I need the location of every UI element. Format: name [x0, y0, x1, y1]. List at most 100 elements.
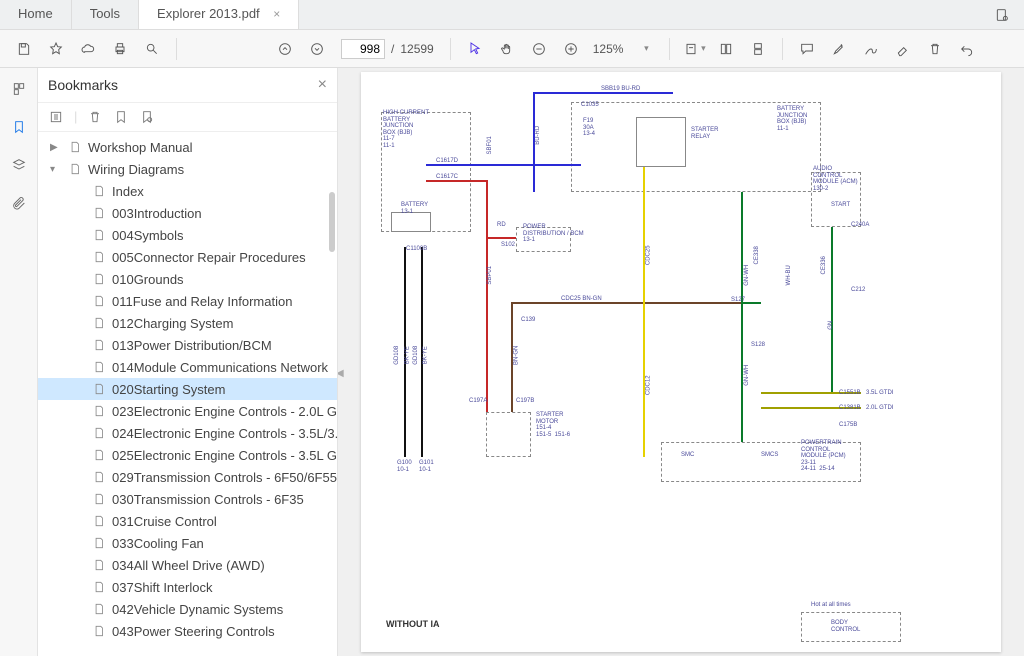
star-icon[interactable] [42, 35, 70, 63]
conn-c1551b: C1551B [839, 390, 861, 397]
zoom-in-icon[interactable] [557, 35, 585, 63]
tab-close-icon[interactable]: × [273, 7, 280, 21]
wl-whbu: WH-BU [786, 265, 793, 285]
scrollbar-thumb[interactable] [329, 192, 335, 252]
bookmark-item[interactable]: 010Grounds [38, 268, 337, 290]
collapse-panel-icon[interactable]: ◀ [338, 368, 344, 379]
label-gtdi20: 2.0L GTDI [866, 405, 893, 412]
label-smc: SMC [681, 452, 694, 459]
conn-s127: S127 [731, 297, 745, 304]
bookmark-item[interactable]: 029Transmission Controls - 6F50/6F55 [38, 466, 337, 488]
toolbar-separator [450, 38, 451, 60]
bookmark-label: 020Starting System [112, 382, 225, 397]
wl-ce338: CE338 [754, 246, 761, 264]
wire-green-v1 [741, 192, 743, 442]
bookmark-item[interactable]: 004Symbols [38, 224, 337, 246]
wire-red-h2 [486, 237, 516, 239]
undo-icon[interactable] [953, 35, 981, 63]
tabbar-spacer [299, 0, 988, 29]
page-view-icon[interactable] [712, 35, 740, 63]
bookmark-delete-icon[interactable] [87, 109, 103, 125]
draw-icon[interactable] [857, 35, 885, 63]
conn-c240a: C240A [851, 222, 869, 229]
bookmark-root-wiring[interactable]: ▾ Wiring Diagrams [38, 158, 337, 180]
zoom-dropdown[interactable] [631, 35, 659, 63]
tab-home[interactable]: Home [0, 0, 72, 29]
bookmark-item[interactable]: 037Shift Interlock [38, 576, 337, 598]
conn-s102: S102 [501, 242, 515, 249]
bookmark-item[interactable]: Index [38, 180, 337, 202]
bookmark-options-icon[interactable] [48, 109, 64, 125]
sidepanel-close-icon[interactable]: × [318, 76, 327, 94]
conn-g100: G100 10-1 [397, 460, 412, 473]
bookmark-item[interactable]: 043Power Steering Controls [38, 620, 337, 642]
page-up-icon[interactable] [271, 35, 299, 63]
bookmark-item[interactable]: 030Transmission Controls - 6F35 [38, 488, 337, 510]
print-icon[interactable] [106, 35, 134, 63]
bookmark-item[interactable]: 011Fuse and Relay Information [38, 290, 337, 312]
conn-c139: C139 [521, 317, 535, 324]
pdf-page[interactable]: HIGH CURRENT BATTERY JUNCTION BOX (BJB) … [361, 72, 1001, 652]
bookmark-label: Wiring Diagrams [88, 162, 184, 177]
bookmark-item[interactable]: 033Cooling Fan [38, 532, 337, 554]
bookmark-add-icon[interactable] [113, 109, 129, 125]
search-icon[interactable] [138, 35, 166, 63]
hand-icon[interactable] [493, 35, 521, 63]
bookmark-find-icon[interactable] [139, 109, 155, 125]
bookmark-item[interactable]: 005Connector Repair Procedures [38, 246, 337, 268]
bookmark-item[interactable]: 013Power Distribution/BCM [38, 334, 337, 356]
highlight-icon[interactable] [825, 35, 853, 63]
bookmark-label: 010Grounds [112, 272, 184, 287]
search-doc-icon[interactable] [988, 1, 1016, 29]
bookmark-item[interactable]: 003Introduction [38, 202, 337, 224]
zoom-out-icon[interactable] [525, 35, 553, 63]
bookmark-item[interactable]: 025Electronic Engine Controls - 3.5L GTD… [38, 444, 337, 466]
bookmark-label: 024Electronic Engine Controls - 3.5L/3.7… [112, 426, 337, 441]
scroll-mode-icon[interactable] [744, 35, 772, 63]
page-number-input[interactable] [341, 39, 385, 59]
bookmark-item[interactable]: 023Electronic Engine Controls - 2.0L GTD… [38, 400, 337, 422]
wire-yellow-v1 [643, 167, 645, 457]
bookmark-label: 004Symbols [112, 228, 184, 243]
bookmark-item[interactable]: 042Vehicle Dynamic Systems [38, 598, 337, 620]
attachments-icon[interactable] [6, 190, 32, 216]
bookmark-tree[interactable]: ▶ Workshop Manual ▾ Wiring Diagrams Inde… [38, 132, 337, 656]
delete-icon[interactable] [921, 35, 949, 63]
bookmarks-icon[interactable] [6, 114, 32, 140]
wl-ce336: CE336 [821, 256, 828, 274]
tab-tools[interactable]: Tools [72, 0, 139, 29]
thumbnails-icon[interactable] [6, 76, 32, 102]
page-total: 12599 [400, 42, 433, 56]
save-icon[interactable] [10, 35, 38, 63]
bookmark-item[interactable]: 020Starting System [38, 378, 337, 400]
wl-bkye1: BK-YE [405, 346, 412, 364]
label-gtdi35: 3.5L GTDI [866, 390, 893, 397]
pointer-icon[interactable] [461, 35, 489, 63]
wl-cdc25: CDC25 BN-GN [561, 296, 602, 303]
layers-icon[interactable] [6, 152, 32, 178]
page-down-icon[interactable] [303, 35, 331, 63]
tab-document[interactable]: Explorer 2013.pdf × [139, 0, 299, 29]
wl-gnwh: GN-WH [744, 265, 751, 286]
erase-icon[interactable] [889, 35, 917, 63]
bookmark-item[interactable]: 034All Wheel Drive (AWD) [38, 554, 337, 576]
cloud-icon[interactable] [74, 35, 102, 63]
wire-red-v1 [486, 180, 488, 412]
bookmark-item[interactable]: 024Electronic Engine Controls - 3.5L/3.7… [38, 422, 337, 444]
page-icon [92, 425, 106, 441]
toolbar-separator [782, 38, 783, 60]
page-icon [92, 271, 106, 287]
chevron-right-icon[interactable]: ▶ [50, 142, 62, 153]
chevron-down-icon[interactable]: ▾ [50, 164, 62, 175]
bookmark-label: 005Connector Repair Procedures [112, 250, 306, 265]
label-hot: Hot at all times [811, 602, 851, 609]
bookmark-label: 023Electronic Engine Controls - 2.0L GTD… [112, 404, 337, 419]
bookmark-label: 034All Wheel Drive (AWD) [112, 558, 265, 573]
bookmark-item[interactable]: 031Cruise Control [38, 510, 337, 532]
bookmark-item[interactable]: 012Charging System [38, 312, 337, 334]
comment-icon[interactable] [793, 35, 821, 63]
bookmark-root-workshop[interactable]: ▶ Workshop Manual [38, 136, 337, 158]
fit-page-icon[interactable] [680, 35, 708, 63]
page-icon [92, 183, 106, 199]
bookmark-item[interactable]: 014Module Communications Network [38, 356, 337, 378]
